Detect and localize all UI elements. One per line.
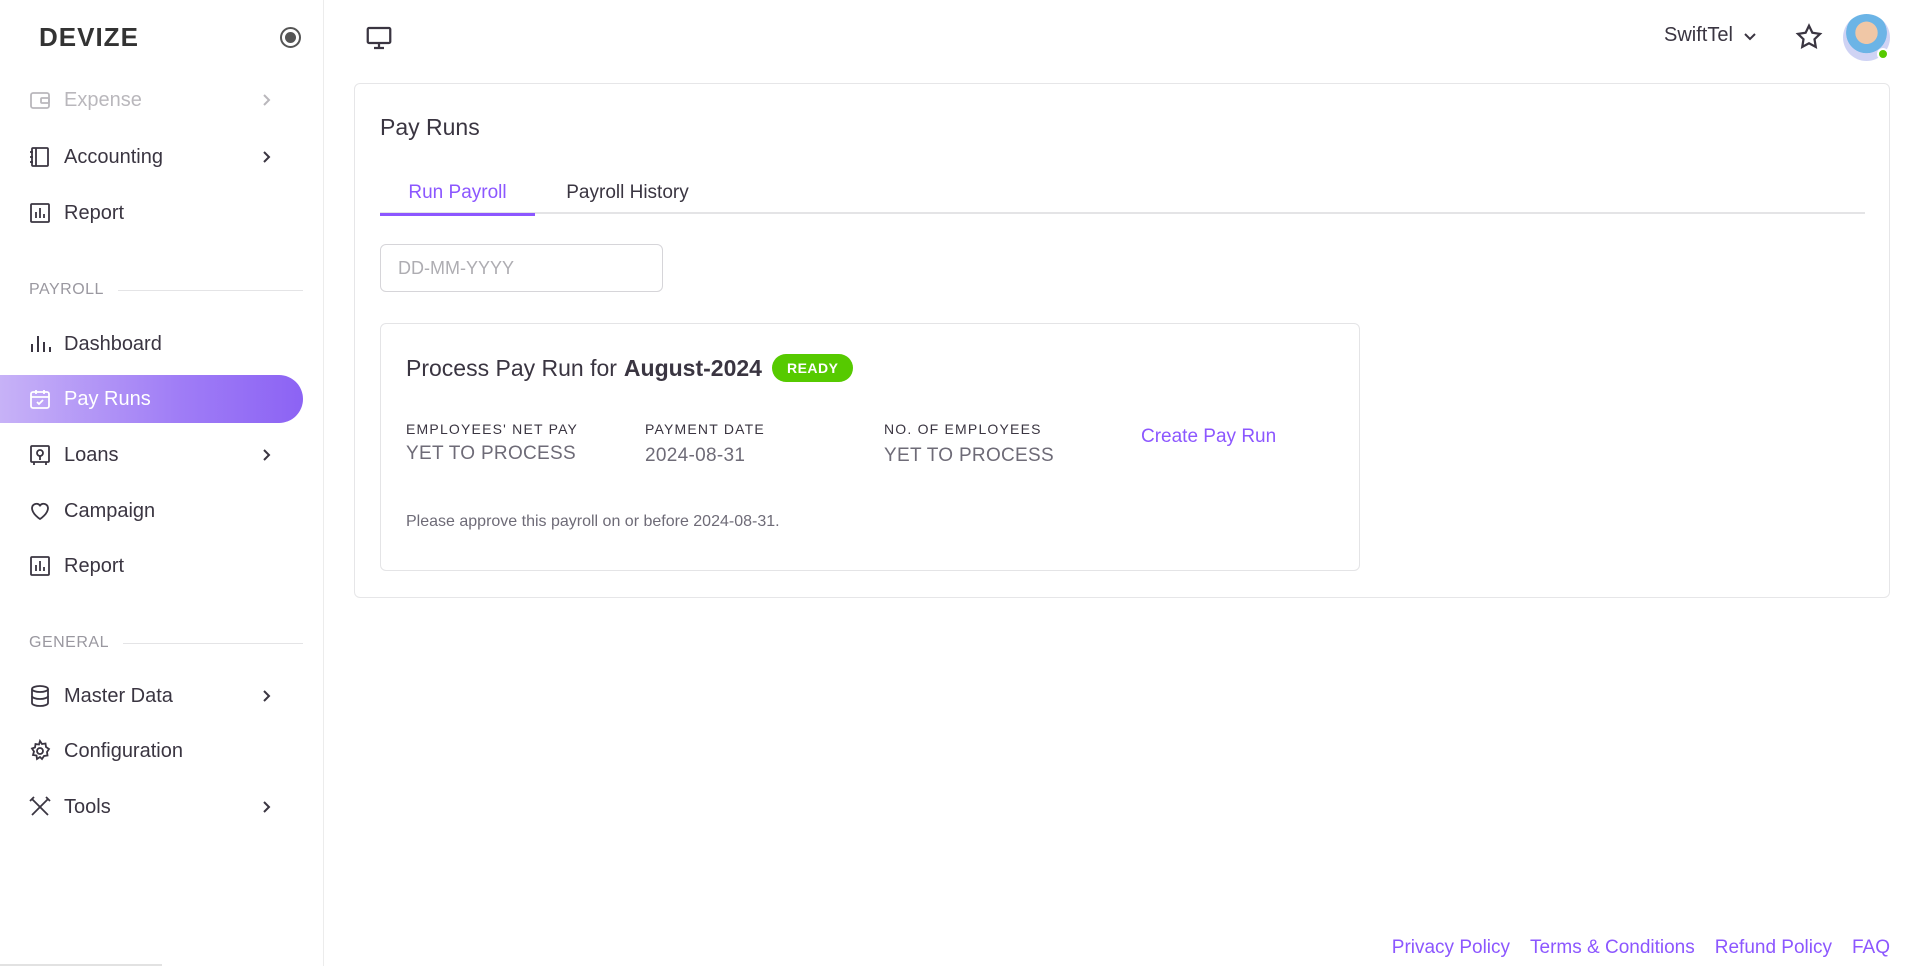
refund-policy-link[interactable]: Refund Policy [1715, 937, 1832, 959]
sidebar-item-label: Dashboard [64, 332, 162, 355]
loan-icon [28, 443, 52, 467]
ledger-icon [28, 145, 52, 169]
section-divider [122, 642, 303, 644]
footer: Privacy Policy Terms & Conditions Refund… [1372, 937, 1890, 959]
sidebar-item-loans[interactable]: Loans [0, 431, 303, 479]
page-title: Pay Runs [380, 114, 480, 140]
sidebar-item-configuration[interactable]: Configuration [0, 727, 303, 775]
sidebar-item-label: Master Data [64, 684, 173, 707]
online-status-indicator [1877, 48, 1889, 60]
pay-run-title-prefix: Process Pay Run for [406, 354, 617, 381]
net-pay-stat: EMPLOYEES' NET PAY YET TO PROCESS [406, 421, 578, 465]
privacy-policy-link[interactable]: Privacy Policy [1392, 937, 1510, 959]
report-icon [28, 201, 52, 225]
sidebar-item-master-data[interactable]: Master Data [0, 672, 303, 720]
payment-date-value: 2024-08-31 [645, 445, 746, 466]
process-pay-run-card: Process Pay Run for August-2024 READY EM… [380, 323, 1360, 571]
chevron-right-icon [255, 685, 277, 707]
report-icon [28, 554, 52, 578]
employees-label: NO. OF EMPLOYEES [884, 421, 1042, 437]
sidebar-item-label: Campaign [64, 499, 156, 522]
gear-icon [28, 739, 52, 763]
section-divider [117, 289, 303, 291]
sidebar-item-label: Configuration [64, 739, 183, 762]
date-picker-input[interactable] [380, 244, 663, 292]
brand-logo: DEVIZE [39, 22, 139, 52]
sidebar-item-label: Report [64, 201, 125, 224]
approval-note: Please approve this payroll on or before… [406, 513, 780, 530]
sidebar-item-dashboard[interactable]: Dashboard [0, 320, 303, 368]
tab-bar: Run Payroll Payroll History [380, 172, 1865, 216]
sidebar-item-label: Accounting [64, 145, 163, 168]
sidebar-item-pay-runs[interactable]: Pay Runs [0, 375, 303, 423]
net-pay-label: EMPLOYEES' NET PAY [406, 421, 579, 437]
tab-run-payroll[interactable]: Run Payroll [380, 172, 535, 216]
company-switcher[interactable]: SwiftTel [1664, 24, 1759, 47]
section-label-text: PAYROLL [29, 281, 104, 298]
tools-icon [28, 795, 52, 819]
chevron-right-icon [255, 796, 277, 818]
sidebar-item-label: Tools [64, 795, 111, 818]
chevron-right-icon [255, 146, 277, 168]
heart-icon [28, 499, 52, 523]
sidebar-item-tools[interactable]: Tools [0, 783, 303, 831]
sidebar-item-accounting[interactable]: Accounting [0, 133, 303, 181]
sidebar-item-campaign[interactable]: Campaign [0, 487, 303, 535]
create-pay-run-button[interactable]: Create Pay Run [1141, 426, 1276, 448]
bar-chart-icon [28, 332, 52, 356]
faq-link[interactable]: FAQ [1852, 937, 1890, 959]
app-root: DEVIZE Expense Accounting Report PAYROLL [0, 0, 1915, 966]
sidebar-item-label: Pay Runs [64, 387, 151, 410]
pay-run-title: Process Pay Run for August-2024 READY [406, 354, 854, 382]
company-name: SwiftTel [1664, 24, 1733, 46]
payment-date-label: PAYMENT DATE [645, 421, 765, 437]
wallet-icon [28, 88, 52, 112]
pay-run-period: August-2024 [623, 354, 762, 381]
sidebar-toggle-icon[interactable] [280, 27, 301, 48]
section-label-payroll: PAYROLL [29, 281, 303, 299]
payment-date-stat: PAYMENT DATE 2024-08-31 [645, 421, 765, 467]
tab-payroll-history[interactable]: Payroll History [535, 172, 720, 214]
net-pay-value: YET TO PROCESS [406, 443, 576, 464]
sidebar-item-payroll-report[interactable]: Report [0, 542, 303, 590]
employees-stat: NO. OF EMPLOYEES YET TO PROCESS [884, 421, 1054, 467]
database-icon [28, 684, 52, 708]
sidebar: DEVIZE Expense Accounting Report PAYROLL [0, 0, 324, 966]
status-badge: READY [771, 354, 854, 382]
calendar-check-icon [28, 387, 52, 411]
section-label-text: GENERAL [29, 634, 109, 651]
sidebar-item-label: Report [64, 554, 125, 577]
chevron-down-icon [1741, 27, 1759, 45]
terms-conditions-link[interactable]: Terms & Conditions [1530, 937, 1695, 959]
sidebar-item-label: Expense [64, 88, 142, 111]
pay-runs-card: Pay Runs Run Payroll Payroll History Pro… [354, 83, 1890, 598]
sidebar-item-label: Loans [64, 443, 119, 466]
chevron-right-icon [255, 444, 277, 466]
star-icon[interactable] [1794, 22, 1824, 52]
monitor-icon[interactable] [364, 23, 394, 53]
sidebar-item-report[interactable]: Report [0, 189, 303, 237]
employees-value: YET TO PROCESS [884, 445, 1054, 466]
section-label-general: GENERAL [29, 634, 303, 652]
chevron-right-icon [255, 89, 277, 111]
sidebar-item-expense[interactable]: Expense [0, 76, 303, 124]
